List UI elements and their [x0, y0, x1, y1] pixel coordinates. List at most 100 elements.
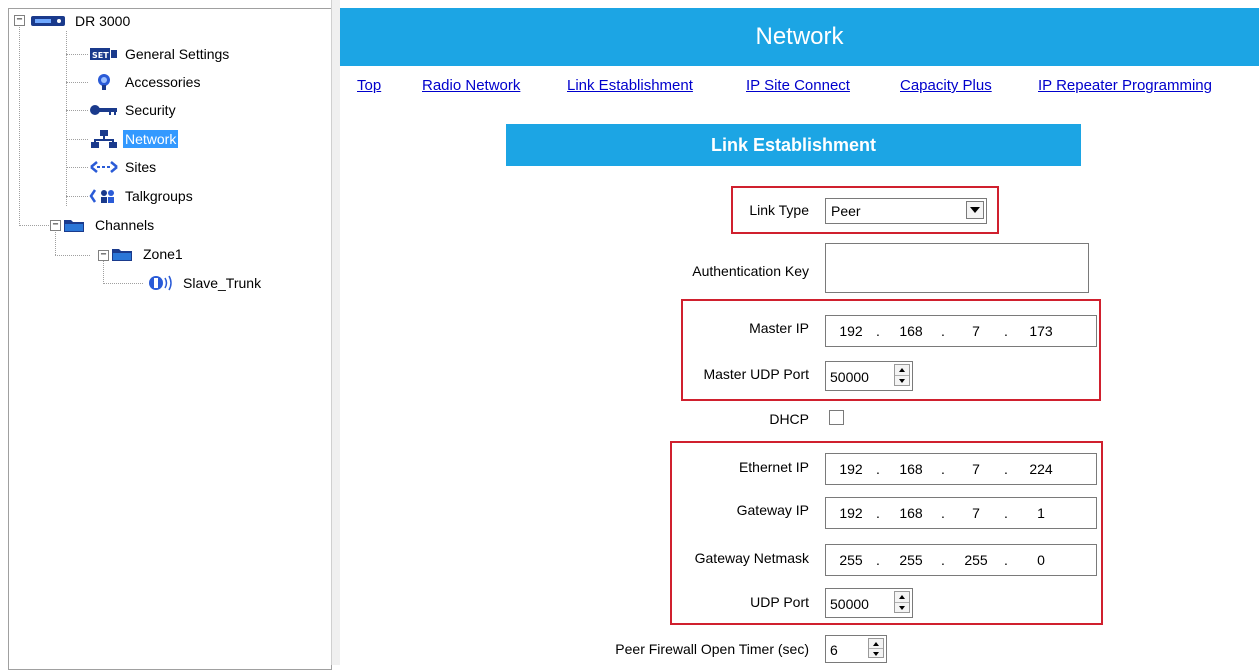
ip-octet: 168 — [899, 323, 923, 339]
nav-link-radio-network[interactable]: Radio Network — [422, 77, 520, 94]
auth-key-input[interactable] — [825, 243, 1089, 293]
tree-connector — [55, 255, 90, 256]
spin-up-icon[interactable] — [895, 365, 909, 375]
tree-item-channels[interactable]: Channels — [59, 214, 156, 236]
ethernet-ip-label: Ethernet IP — [738, 459, 809, 475]
spin-up-icon[interactable] — [869, 639, 883, 648]
network-icon — [89, 130, 119, 148]
master-ip-input[interactable]: 192 . 168 . 7 . 173 — [825, 315, 1097, 347]
gateway-netmask-input[interactable]: 255 . 255 . 255 . 0 — [825, 544, 1097, 576]
spin-down-icon[interactable] — [869, 648, 883, 658]
master-udp-port-value: 50000 — [830, 369, 869, 385]
link-type-label: Link Type — [749, 202, 809, 218]
master-ip-label: Master IP — [749, 320, 809, 336]
channel-icon — [147, 274, 177, 292]
section-title: Link Establishment — [506, 124, 1081, 166]
nav-link-capacity-plus[interactable]: Capacity Plus — [900, 77, 992, 94]
tree-root-dr3000[interactable]: DR 3000 — [29, 10, 132, 32]
collapse-root-icon[interactable]: − — [14, 15, 25, 26]
tree-item-label: Security — [125, 102, 176, 118]
ip-separator: . — [1004, 323, 1008, 339]
nav-link-top[interactable]: Top — [357, 77, 381, 94]
ip-separator: . — [876, 505, 880, 521]
tree-connector — [66, 54, 88, 55]
ip-separator: . — [941, 323, 945, 339]
tree-item-label: General Settings — [125, 46, 230, 62]
ip-octet: 255 — [964, 552, 988, 568]
tree-item-label: Talkgroups — [125, 188, 193, 204]
settings-icon: SET — [89, 45, 119, 63]
tree-item-label: Channels — [95, 217, 155, 233]
ip-separator: . — [1004, 505, 1008, 521]
spin-down-icon[interactable] — [895, 375, 909, 386]
tree-item-sites[interactable]: Sites — [89, 156, 158, 178]
svg-text:SET: SET — [92, 51, 109, 60]
tree-item-network[interactable]: Network — [89, 128, 179, 150]
ip-octet: 255 — [899, 552, 923, 568]
dhcp-checkbox[interactable] — [829, 410, 844, 425]
tree-item-talkgroups[interactable]: Talkgroups — [89, 185, 195, 207]
ip-separator: . — [1004, 461, 1008, 477]
ip-octet: 168 — [899, 461, 923, 477]
udp-port-value: 50000 — [830, 596, 869, 612]
tree-item-zone1[interactable]: Zone1 — [107, 243, 185, 265]
udp-port-stepper[interactable]: 50000 — [825, 588, 913, 618]
spin-buttons[interactable] — [894, 364, 910, 386]
repeater-icon — [29, 12, 69, 30]
tree-connector — [66, 31, 67, 206]
tree-item-slave-trunk[interactable]: Slave_Trunk — [147, 272, 263, 294]
spin-down-icon[interactable] — [895, 602, 909, 613]
tree-connector — [19, 19, 20, 224]
accessories-icon — [89, 73, 119, 91]
ip-octet: 7 — [972, 323, 980, 339]
ip-separator: . — [941, 461, 945, 477]
dhcp-label: DHCP — [769, 411, 809, 427]
tree-item-label: Network — [123, 130, 179, 148]
spin-up-icon[interactable] — [895, 592, 909, 602]
ip-separator: . — [941, 505, 945, 521]
ip-octet: 1 — [1037, 505, 1045, 521]
spin-buttons[interactable] — [868, 638, 884, 658]
chevron-down-icon[interactable] — [966, 201, 984, 219]
ip-octet: 192 — [839, 323, 863, 339]
tree-item-accessories[interactable]: Accessories — [89, 71, 202, 93]
tree-connector — [103, 260, 104, 284]
folder-icon — [59, 216, 89, 234]
ip-octet: 0 — [1037, 552, 1045, 568]
navigation-tree[interactable]: − − − DR 3000 SET General Settings Acces… — [8, 8, 332, 670]
spin-buttons[interactable] — [894, 591, 910, 613]
tree-item-general-settings[interactable]: SET General Settings — [89, 43, 231, 65]
master-udp-port-label: Master UDP Port — [703, 366, 809, 382]
ip-octet: 173 — [1029, 323, 1053, 339]
peer-firewall-timer-label: Peer Firewall Open Timer (sec) — [615, 641, 809, 657]
auth-key-label: Authentication Key — [692, 263, 809, 279]
ip-octet: 192 — [839, 461, 863, 477]
peer-firewall-timer-stepper[interactable]: 6 — [825, 635, 887, 663]
tree-connector — [19, 225, 49, 226]
tree-item-label: Accessories — [125, 74, 201, 90]
gateway-ip-input[interactable]: 192 . 168 . 7 . 1 — [825, 497, 1097, 529]
peer-firewall-timer-value: 6 — [830, 642, 838, 658]
ip-separator: . — [1004, 552, 1008, 568]
ethernet-ip-input[interactable]: 192 . 168 . 7 . 224 — [825, 453, 1097, 485]
tree-item-label: Slave_Trunk — [183, 275, 262, 291]
talkgroups-icon — [89, 187, 119, 205]
tree-connector — [66, 167, 88, 168]
tree-item-label: Sites — [125, 159, 157, 175]
ip-octet: 255 — [839, 552, 863, 568]
nav-link-link-establishment[interactable]: Link Establishment — [567, 77, 693, 94]
nav-link-ip-repeater-programming[interactable]: IP Repeater Programming — [1038, 77, 1212, 94]
tree-connector — [66, 110, 88, 111]
tree-connector — [66, 196, 88, 197]
gateway-netmask-label: Gateway Netmask — [694, 550, 809, 566]
tree-connector — [55, 230, 56, 255]
nav-link-ip-site-connect[interactable]: IP Site Connect — [746, 77, 850, 94]
master-udp-port-stepper[interactable]: 50000 — [825, 361, 913, 391]
ip-separator: . — [876, 323, 880, 339]
link-type-select[interactable]: Peer — [825, 198, 987, 224]
udp-port-label: UDP Port — [750, 594, 809, 610]
tree-root-label: DR 3000 — [75, 13, 131, 29]
tree-item-security[interactable]: Security — [89, 99, 178, 121]
ip-separator: . — [941, 552, 945, 568]
tree-connector — [66, 82, 88, 83]
